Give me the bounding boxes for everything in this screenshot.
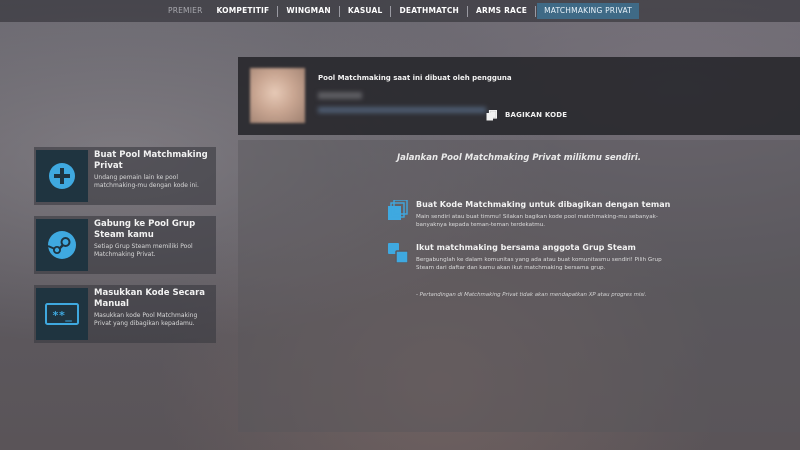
feature-share-code: Buat Kode Matchmaking untuk dibagikan de… xyxy=(388,200,688,240)
card-title: Masukkan Kode Secara Manual xyxy=(94,288,206,309)
feature-steam-group: Ikut matchmaking bersama anggota Grup St… xyxy=(388,243,688,283)
feature-description: Main sendiri atau buat timmu! Silakan ba… xyxy=(416,214,658,229)
blurred-code xyxy=(318,107,486,113)
mode-tabs: PREMIER KOMPETITIF WINGMAN KASUAL DEATHM… xyxy=(0,0,800,22)
plus-icon xyxy=(49,163,75,189)
panel-headline: Jalankan Pool Matchmaking Privat milikmu… xyxy=(396,153,642,163)
pool-title: Pool Matchmaking saat ini dibuat oleh pe… xyxy=(318,74,512,82)
current-pool-panel: Pool Matchmaking saat ini dibuat oleh pe… xyxy=(238,57,800,135)
tab-kompetitif[interactable]: KOMPETITIF xyxy=(209,3,276,19)
group-icon xyxy=(388,243,408,263)
steam-icon xyxy=(47,231,76,259)
tab-wingman[interactable]: WINGMAN xyxy=(279,3,337,19)
card-description: Masukkan kode Pool Matchmaking Privat ya… xyxy=(94,312,198,327)
tab-matchmaking-privat[interactable]: MATCHMAKING PRIVAT xyxy=(537,3,640,19)
share-code-button[interactable]: BAGIKAN KODE xyxy=(486,108,567,122)
tab-arms-race[interactable]: ARMS RACE xyxy=(469,3,534,19)
share-code-label: BAGIKAN KODE xyxy=(505,111,568,119)
feature-title: Buat Kode Matchmaking untuk dibagikan de… xyxy=(416,200,671,209)
create-pool-icon-box xyxy=(36,150,88,202)
steam-group-card[interactable]: Gabung ke Pool Grup Steam kamu Setiap Gr… xyxy=(34,216,216,274)
tab-divider xyxy=(467,5,469,17)
private-matchmaking-info-panel: Jalankan Pool Matchmaking Privat milikmu… xyxy=(238,140,800,432)
steam-group-icon-box xyxy=(36,219,88,271)
feature-title: Ikut matchmaking bersama anggota Grup St… xyxy=(416,243,636,252)
card-description: Setiap Grup Steam memiliki Pool Matchmak… xyxy=(94,243,193,258)
feature-description: Bergabunglah ke dalam komunitas yang ada… xyxy=(416,257,662,272)
copy-code-icon xyxy=(388,200,408,220)
blurred-username xyxy=(318,92,362,99)
enter-code-card[interactable]: **_ Masukkan Kode Secara Manual Masukkan… xyxy=(34,285,216,343)
card-title: Gabung ke Pool Grup Steam kamu xyxy=(94,219,196,240)
enter-code-icon-box: **_ xyxy=(36,288,88,340)
tab-kasual[interactable]: KASUAL xyxy=(341,3,390,19)
code-glyph: **_ xyxy=(52,309,72,322)
create-pool-card[interactable]: Buat Pool Matchmaking Privat Undang pema… xyxy=(34,147,216,205)
tab-divider xyxy=(338,5,340,17)
tab-divider xyxy=(390,5,392,17)
copy-icon xyxy=(486,109,497,120)
card-title: Buat Pool Matchmaking Privat xyxy=(94,150,208,171)
avatar xyxy=(250,68,305,123)
card-description: Undang pemain lain ke pool matchmaking-m… xyxy=(94,174,199,189)
xp-footnote: - Pertandingan di Matchmaking Privat tid… xyxy=(416,292,647,298)
tab-divider xyxy=(277,5,279,17)
tab-premier[interactable]: PREMIER xyxy=(161,3,210,19)
tab-divider xyxy=(535,5,537,17)
code-entry-icon: **_ xyxy=(45,303,79,325)
tab-deathmatch[interactable]: DEATHMATCH xyxy=(392,3,466,19)
